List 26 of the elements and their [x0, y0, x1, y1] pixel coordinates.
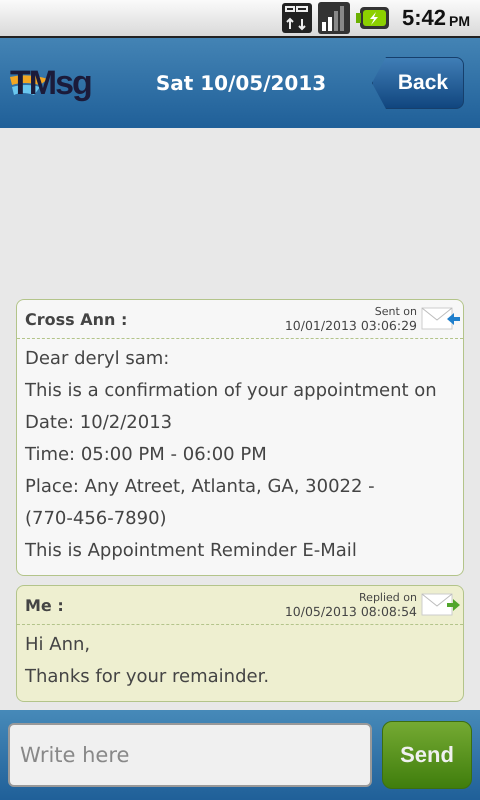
sender-name: Cross Ann :: [25, 310, 128, 328]
signal-icon: [318, 2, 350, 34]
message-text: Place: Any Atreet, Atlanta, GA, 30022 -: [24, 475, 376, 499]
clock-period: PM: [449, 12, 470, 28]
message-text: This is Appointment Reminder E-Mail: [24, 539, 358, 563]
network-3g-icon: [282, 3, 312, 33]
sender-name: Me :: [25, 596, 65, 614]
message-input-field[interactable]: Write here: [8, 723, 372, 787]
message-text: Time: 05:00 PM - 06:00 PM: [24, 443, 268, 467]
message-text: Dear deryl sam:: [24, 347, 170, 371]
message-text: This is a confirmation of your appointment on: [24, 379, 438, 403]
envelope-right-arrow-icon: [421, 592, 461, 618]
message-timestamp: 10/01/2013 03:06:29: [284, 318, 417, 333]
message-timestamp: 10/05/2013 08:08:54: [284, 604, 417, 619]
send-button[interactable]: Send: [382, 721, 472, 789]
header-title: Sat 10/05/2013: [154, 71, 328, 95]
battery-charging-icon: [356, 6, 390, 30]
clock-time: 5:42: [402, 5, 446, 31]
envelope-left-arrow-icon: [421, 306, 461, 332]
message-text: (770-456-7890): [24, 507, 168, 531]
message-text: Hi Ann,: [24, 633, 92, 657]
message-text: Date: 10/2/2013: [24, 411, 174, 435]
timestamp-caption: Replied on: [359, 591, 417, 604]
timestamp-caption: Sent on: [374, 305, 417, 318]
back-button[interactable]: Back: [372, 57, 464, 109]
message-text: Thanks for your remainder.: [24, 665, 270, 689]
